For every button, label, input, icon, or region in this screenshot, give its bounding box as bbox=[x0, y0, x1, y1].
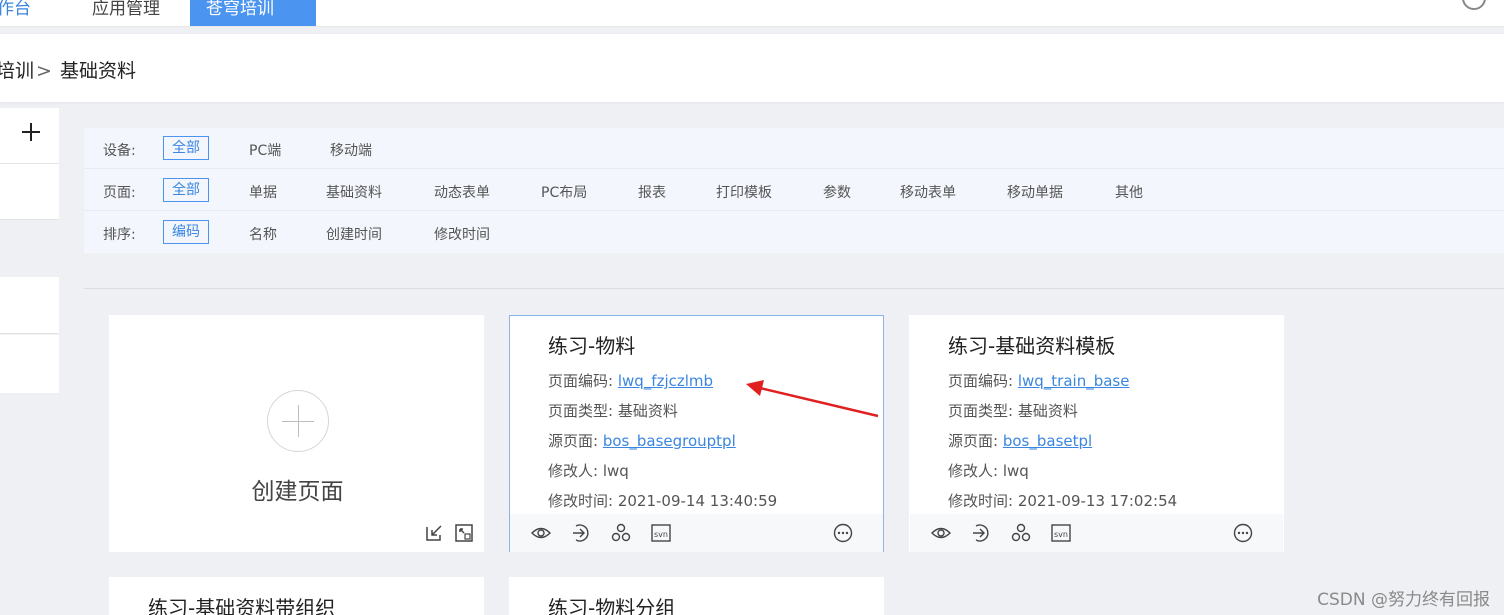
card-footer: svn bbox=[510, 514, 883, 552]
enter-icon[interactable] bbox=[570, 522, 592, 544]
enter-icon[interactable] bbox=[970, 522, 992, 544]
filter-option-device-mobile[interactable]: 移动端 bbox=[330, 140, 372, 160]
sort-option-created[interactable]: 创建时间 bbox=[326, 224, 382, 244]
filter-option-page-print-template[interactable]: 打印模板 bbox=[716, 182, 772, 202]
card-source-row: 源页面: bos_basetpl bbox=[948, 430, 1092, 451]
card-modified-time: 2021-09-14 13:40:59 bbox=[617, 492, 778, 510]
card-code-row: 页面编码: lwq_train_base bbox=[948, 370, 1129, 391]
breadcrumb-current: 基础资料 bbox=[59, 60, 136, 82]
code-label: 页面编码: bbox=[548, 372, 614, 390]
template-icon[interactable] bbox=[454, 523, 474, 543]
tab-app-management[interactable]: 应用管理 bbox=[76, 0, 176, 26]
svg-text:svn: svn bbox=[1054, 530, 1068, 539]
card-modified-row: 修改时间: 2021-09-13 17:02:54 bbox=[948, 490, 1177, 511]
card-title[interactable]: 练习-基础资料带组织 bbox=[148, 592, 335, 615]
filter-option-page-dynamic-form[interactable]: 动态表单 bbox=[434, 182, 490, 202]
code-label: 页面编码: bbox=[948, 372, 1014, 390]
eye-icon[interactable] bbox=[530, 522, 552, 544]
page-card[interactable]: 练习-基础资料带组织 bbox=[109, 577, 484, 615]
card-title[interactable]: 练习-物料分组 bbox=[548, 592, 675, 615]
page-card[interactable]: 练习-物料分组 bbox=[509, 577, 884, 615]
watermark: CSDN @努力终有回报 bbox=[1317, 590, 1490, 610]
user-group-icon[interactable] bbox=[610, 522, 632, 544]
card-code-row: 页面编码: lwq_fzjczlmb bbox=[548, 370, 713, 391]
card-type-row: 页面类型: 基础资料 bbox=[548, 400, 678, 421]
card-type-row: 页面类型: 基础资料 bbox=[948, 400, 1078, 421]
card-modifier-row: 修改人: lwq bbox=[548, 460, 629, 481]
filter-option-page-basedata[interactable]: 基础资料 bbox=[326, 182, 382, 202]
svg-text:svn: svn bbox=[654, 530, 668, 539]
modifier-label: 修改人: bbox=[548, 462, 599, 480]
user-group-icon[interactable] bbox=[1010, 522, 1032, 544]
sort-option-modified[interactable]: 修改时间 bbox=[434, 224, 490, 244]
source-label: 源页面: bbox=[948, 432, 999, 450]
add-icon[interactable] bbox=[22, 123, 40, 141]
filter-option-page-bill[interactable]: 单据 bbox=[249, 182, 277, 202]
filter-option-page-report[interactable]: 报表 bbox=[638, 182, 666, 202]
modifier-label: 修改人: bbox=[948, 462, 999, 480]
card-modifier: lwq bbox=[602, 462, 629, 480]
create-page-card[interactable]: 创建页面 bbox=[109, 315, 484, 552]
breadcrumb-parent[interactable]: 培训 bbox=[0, 60, 34, 82]
filter-option-page-other[interactable]: 其他 bbox=[1115, 182, 1143, 202]
filter-label-sort: 排序: bbox=[103, 227, 136, 243]
card-source-link[interactable]: bos_basegrouptpl bbox=[603, 432, 736, 450]
filter-option-page-pc-layout[interactable]: PC布局 bbox=[541, 182, 587, 202]
filter-option-page-all[interactable]: 全部 bbox=[163, 178, 209, 202]
source-label: 源页面: bbox=[548, 432, 599, 450]
eye-icon[interactable] bbox=[930, 522, 952, 544]
add-circle-icon[interactable] bbox=[267, 390, 329, 452]
filter-option-page-parameter[interactable]: 参数 bbox=[823, 182, 851, 202]
card-source-row: 源页面: bos_basegrouptpl bbox=[548, 430, 736, 451]
card-modifier: lwq bbox=[1002, 462, 1029, 480]
filter-option-device-pc[interactable]: PC端 bbox=[249, 140, 281, 160]
top-nav: 工作台 应用管理 苍穹培训 bbox=[0, 0, 1504, 27]
more-icon[interactable] bbox=[832, 522, 854, 544]
search-icon[interactable] bbox=[1462, 0, 1486, 10]
card-source-link[interactable]: bos_basetpl bbox=[1003, 432, 1092, 450]
sidebar-item[interactable] bbox=[0, 335, 59, 393]
type-label: 页面类型: bbox=[548, 402, 614, 420]
page-card[interactable]: 练习-物料 页面编码: lwq_fzjczlmb 页面类型: 基础资料 源页面:… bbox=[509, 315, 884, 552]
card-code-link[interactable]: lwq_fzjczlmb bbox=[618, 372, 713, 390]
sort-option-name[interactable]: 名称 bbox=[249, 224, 277, 244]
filter-label-page: 页面: bbox=[103, 185, 136, 201]
svn-icon[interactable]: svn bbox=[1050, 522, 1072, 544]
breadcrumb: 培训 > 基础资料 bbox=[0, 56, 136, 83]
filter-option-page-mobile-form[interactable]: 移动表单 bbox=[900, 182, 956, 202]
svn-icon[interactable]: svn bbox=[650, 522, 672, 544]
tab-workbench[interactable]: 工作台 bbox=[0, 0, 47, 26]
card-type: 基础资料 bbox=[617, 402, 678, 420]
card-modifier-row: 修改人: lwq bbox=[948, 460, 1029, 481]
filter-panel: 设备: 全部 PC端 移动端 页面: 全部 单据 基础资料 动态表单 PC布局 … bbox=[84, 128, 1504, 253]
card-code-link[interactable]: lwq_train_base bbox=[1018, 372, 1130, 390]
page-card[interactable]: 练习-基础资料模板 页面编码: lwq_train_base 页面类型: 基础资… bbox=[909, 315, 1284, 552]
import-icon[interactable] bbox=[424, 523, 444, 543]
tab-training[interactable]: 苍穹培训 bbox=[190, 0, 316, 26]
card-footer: svn bbox=[910, 514, 1283, 552]
modified-time-label: 修改时间: bbox=[948, 492, 1014, 510]
annotation-arrow-icon bbox=[746, 380, 879, 418]
filter-row-page: 页面: 全部 单据 基础资料 动态表单 PC布局 报表 打印模板 参数 移动表单… bbox=[84, 170, 1504, 211]
filter-row-sort: 排序: 编码 名称 创建时间 修改时间 bbox=[84, 212, 1504, 253]
filter-row-device: 设备: 全部 PC端 移动端 bbox=[84, 128, 1504, 169]
type-label: 页面类型: bbox=[948, 402, 1014, 420]
card-title[interactable]: 练习-物料 bbox=[548, 330, 635, 359]
filter-label-device: 设备: bbox=[103, 143, 136, 159]
sort-option-code[interactable]: 编码 bbox=[163, 220, 209, 244]
create-page-label: 创建页面 bbox=[251, 479, 344, 505]
content-divider bbox=[84, 288, 1504, 289]
breadcrumb-bar: 培训 > 基础资料 bbox=[0, 34, 1504, 102]
more-icon[interactable] bbox=[1232, 522, 1254, 544]
card-modified-row: 修改时间: 2021-09-14 13:40:59 bbox=[548, 490, 777, 511]
sidebar-divider bbox=[0, 163, 59, 164]
filter-option-device-all[interactable]: 全部 bbox=[163, 136, 209, 160]
card-type: 基础资料 bbox=[1017, 402, 1078, 420]
filter-option-page-mobile-bill[interactable]: 移动单据 bbox=[1007, 182, 1063, 202]
modified-time-label: 修改时间: bbox=[548, 492, 614, 510]
breadcrumb-separator: > bbox=[36, 60, 52, 82]
card-modified-time: 2021-09-13 17:02:54 bbox=[1017, 492, 1178, 510]
card-title[interactable]: 练习-基础资料模板 bbox=[948, 330, 1115, 359]
sidebar-item[interactable] bbox=[0, 277, 59, 334]
